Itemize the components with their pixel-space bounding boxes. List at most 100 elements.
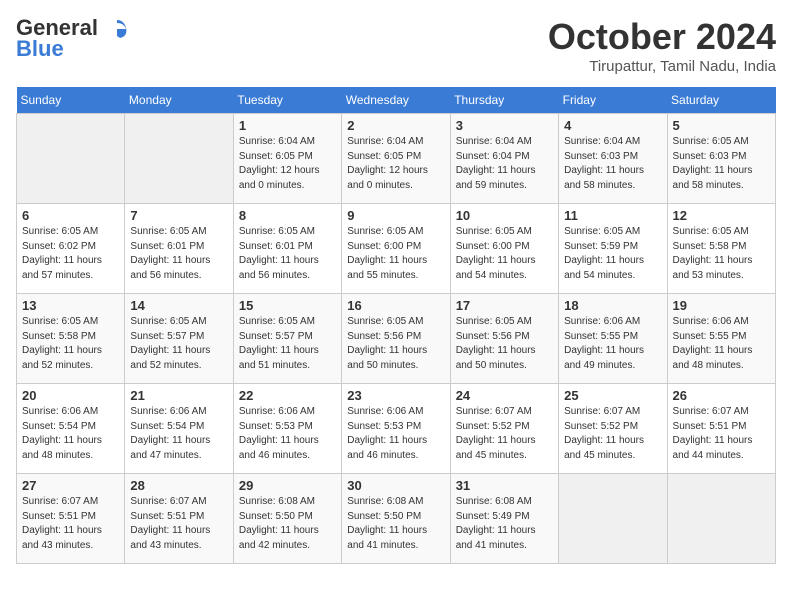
week-row-4: 20Sunrise: 6:06 AM Sunset: 5:54 PM Dayli… — [17, 384, 776, 474]
day-info: Sunrise: 6:05 AM Sunset: 5:59 PM Dayligh… — [564, 225, 661, 283]
day-number: 21 — [130, 388, 227, 403]
day-cell: 21 Sunrise: 6:06 AM Sunset: 5:54 PM Dayli… — [125, 384, 233, 474]
day-info: Sunrise: 6:05 AM Sunset: 5:57 PM Dayligh… — [239, 315, 336, 373]
day-info: Sunrise: 6:05 AM Sunset: 5:58 PM Dayligh… — [673, 225, 770, 283]
header-thursday: Thursday — [450, 87, 558, 114]
day-number: 2 — [347, 118, 444, 133]
day-cell: 13Sunrise: 6:05 AM Sunset: 5:58 PM Dayli… — [17, 294, 125, 384]
day-number: 27 — [22, 478, 119, 493]
day-cell: 30 Sunrise: 6:08 AM Sunset: 5:50 PM Dayli… — [342, 474, 450, 564]
calendar-table: SundayMondayTuesdayWednesdayThursdayFrid… — [16, 87, 776, 564]
day-info: Sunrise: 6:07 AM Sunset: 5:52 PM Dayligh… — [456, 405, 553, 463]
day-cell — [125, 114, 233, 204]
day-number: 26 — [673, 388, 770, 403]
header-saturday: Saturday — [667, 87, 775, 114]
day-cell: 17 Sunrise: 6:05 AM Sunset: 5:56 PM Dayli… — [450, 294, 558, 384]
day-cell — [667, 474, 775, 564]
header-wednesday: Wednesday — [342, 87, 450, 114]
day-number: 28 — [130, 478, 227, 493]
day-number: 8 — [239, 208, 336, 223]
day-info: Sunrise: 6:06 AM Sunset: 5:55 PM Dayligh… — [673, 315, 770, 373]
day-cell: 11 Sunrise: 6:05 AM Sunset: 5:59 PM Dayli… — [559, 204, 667, 294]
day-info: Sunrise: 6:05 AM Sunset: 5:58 PM Dayligh… — [22, 315, 119, 373]
day-cell: 23 Sunrise: 6:06 AM Sunset: 5:53 PM Dayli… — [342, 384, 450, 474]
day-info: Sunrise: 6:06 AM Sunset: 5:54 PM Dayligh… — [130, 405, 227, 463]
day-number: 15 — [239, 298, 336, 313]
day-info: Sunrise: 6:05 AM Sunset: 6:01 PM Dayligh… — [130, 225, 227, 283]
day-cell: 26 Sunrise: 6:07 AM Sunset: 5:51 PM Dayli… — [667, 384, 775, 474]
day-cell: 31Sunrise: 6:08 AM Sunset: 5:49 PM Dayli… — [450, 474, 558, 564]
day-cell: 27Sunrise: 6:07 AM Sunset: 5:51 PM Dayli… — [17, 474, 125, 564]
day-number: 25 — [564, 388, 661, 403]
week-row-1: 1 Sunrise: 6:04 AM Sunset: 6:05 PM Daylig… — [17, 114, 776, 204]
day-number: 9 — [347, 208, 444, 223]
day-info: Sunrise: 6:06 AM Sunset: 5:55 PM Dayligh… — [564, 315, 661, 373]
day-cell: 29Sunrise: 6:08 AM Sunset: 5:50 PM Dayli… — [233, 474, 341, 564]
day-number: 24 — [456, 388, 553, 403]
day-number: 23 — [347, 388, 444, 403]
header-tuesday: Tuesday — [233, 87, 341, 114]
day-cell: 4Sunrise: 6:04 AM Sunset: 6:03 PM Daylig… — [559, 114, 667, 204]
day-cell: 6Sunrise: 6:05 AM Sunset: 6:02 PM Daylig… — [17, 204, 125, 294]
day-info: Sunrise: 6:05 AM Sunset: 6:00 PM Dayligh… — [456, 225, 553, 283]
day-number: 12 — [673, 208, 770, 223]
day-cell: 14 Sunrise: 6:05 AM Sunset: 5:57 PM Dayli… — [125, 294, 233, 384]
day-cell: 8 Sunrise: 6:05 AM Sunset: 6:01 PM Daylig… — [233, 204, 341, 294]
day-cell: 12 Sunrise: 6:05 AM Sunset: 5:58 PM Dayli… — [667, 204, 775, 294]
day-info: Sunrise: 6:06 AM Sunset: 5:54 PM Dayligh… — [22, 405, 119, 463]
header-friday: Friday — [559, 87, 667, 114]
day-info: Sunrise: 6:05 AM Sunset: 6:03 PM Dayligh… — [673, 135, 770, 193]
day-info: Sunrise: 6:04 AM Sunset: 6:05 PM Dayligh… — [347, 135, 444, 193]
day-info: Sunrise: 6:04 AM Sunset: 6:05 PM Dayligh… — [239, 135, 336, 193]
month-title: October 2024 — [548, 16, 776, 58]
day-info: Sunrise: 6:06 AM Sunset: 5:53 PM Dayligh… — [239, 405, 336, 463]
day-number: 7 — [130, 208, 227, 223]
day-number: 14 — [130, 298, 227, 313]
day-info: Sunrise: 6:06 AM Sunset: 5:53 PM Dayligh… — [347, 405, 444, 463]
day-info: Sunrise: 6:04 AM Sunset: 6:04 PM Dayligh… — [456, 135, 553, 193]
day-number: 30 — [347, 478, 444, 493]
day-cell: 7 Sunrise: 6:05 AM Sunset: 6:01 PM Daylig… — [125, 204, 233, 294]
title-block: October 2024 Tirupattur, Tamil Nadu, Ind… — [548, 16, 776, 75]
day-info: Sunrise: 6:07 AM Sunset: 5:51 PM Dayligh… — [130, 495, 227, 553]
day-number: 5 — [673, 118, 770, 133]
location: Tirupattur, Tamil Nadu, India — [548, 58, 776, 75]
day-cell — [17, 114, 125, 204]
day-cell: 15 Sunrise: 6:05 AM Sunset: 5:57 PM Dayli… — [233, 294, 341, 384]
day-info: Sunrise: 6:08 AM Sunset: 5:49 PM Dayligh… — [456, 495, 553, 553]
week-row-3: 13Sunrise: 6:05 AM Sunset: 5:58 PM Dayli… — [17, 294, 776, 384]
day-number: 4 — [564, 118, 661, 133]
header-monday: Monday — [125, 87, 233, 114]
day-number: 10 — [456, 208, 553, 223]
day-cell: 5 Sunrise: 6:05 AM Sunset: 6:03 PM Daylig… — [667, 114, 775, 204]
day-number: 11 — [564, 208, 661, 223]
day-cell — [559, 474, 667, 564]
day-info: Sunrise: 6:05 AM Sunset: 5:56 PM Dayligh… — [456, 315, 553, 373]
day-cell: 22 Sunrise: 6:06 AM Sunset: 5:53 PM Dayli… — [233, 384, 341, 474]
calendar-header-row: SundayMondayTuesdayWednesdayThursdayFrid… — [17, 87, 776, 114]
day-cell: 24 Sunrise: 6:07 AM Sunset: 5:52 PM Dayli… — [450, 384, 558, 474]
day-number: 22 — [239, 388, 336, 403]
day-info: Sunrise: 6:08 AM Sunset: 5:50 PM Dayligh… — [347, 495, 444, 553]
day-info: Sunrise: 6:07 AM Sunset: 5:51 PM Dayligh… — [673, 405, 770, 463]
week-row-5: 27 Sunrise: 6:07 AM Sunset: 5:51 PM Dayli… — [17, 474, 776, 564]
logo: General Blue — [16, 16, 130, 60]
logo-blue: Blue — [16, 38, 130, 60]
day-number: 16 — [347, 298, 444, 313]
day-info: Sunrise: 6:07 AM Sunset: 5:52 PM Dayligh… — [564, 405, 661, 463]
day-info: Sunrise: 6:08 AM Sunset: 5:50 PM Dayligh… — [239, 495, 336, 553]
day-cell: 20Sunrise: 6:06 AM Sunset: 5:54 PM Dayli… — [17, 384, 125, 474]
day-info: Sunrise: 6:05 AM Sunset: 6:01 PM Dayligh… — [239, 225, 336, 283]
day-cell: 16Sunrise: 6:05 AM Sunset: 5:56 PM Dayli… — [342, 294, 450, 384]
day-number: 6 — [22, 208, 119, 223]
day-number: 1 — [239, 118, 336, 133]
page-header: General Blue October 2024 Tirupattur, Ta… — [16, 16, 776, 75]
day-number: 17 — [456, 298, 553, 313]
week-row-2: 6Sunrise: 6:05 AM Sunset: 6:02 PM Daylig… — [17, 204, 776, 294]
day-cell: 28 Sunrise: 6:07 AM Sunset: 5:51 PM Dayli… — [125, 474, 233, 564]
day-cell: 25 Sunrise: 6:07 AM Sunset: 5:52 PM Dayli… — [559, 384, 667, 474]
day-cell: 3Sunrise: 6:04 AM Sunset: 6:04 PM Daylig… — [450, 114, 558, 204]
day-info: Sunrise: 6:05 AM Sunset: 5:57 PM Dayligh… — [130, 315, 227, 373]
day-number: 18 — [564, 298, 661, 313]
day-cell: 18 Sunrise: 6:06 AM Sunset: 5:55 PM Dayli… — [559, 294, 667, 384]
